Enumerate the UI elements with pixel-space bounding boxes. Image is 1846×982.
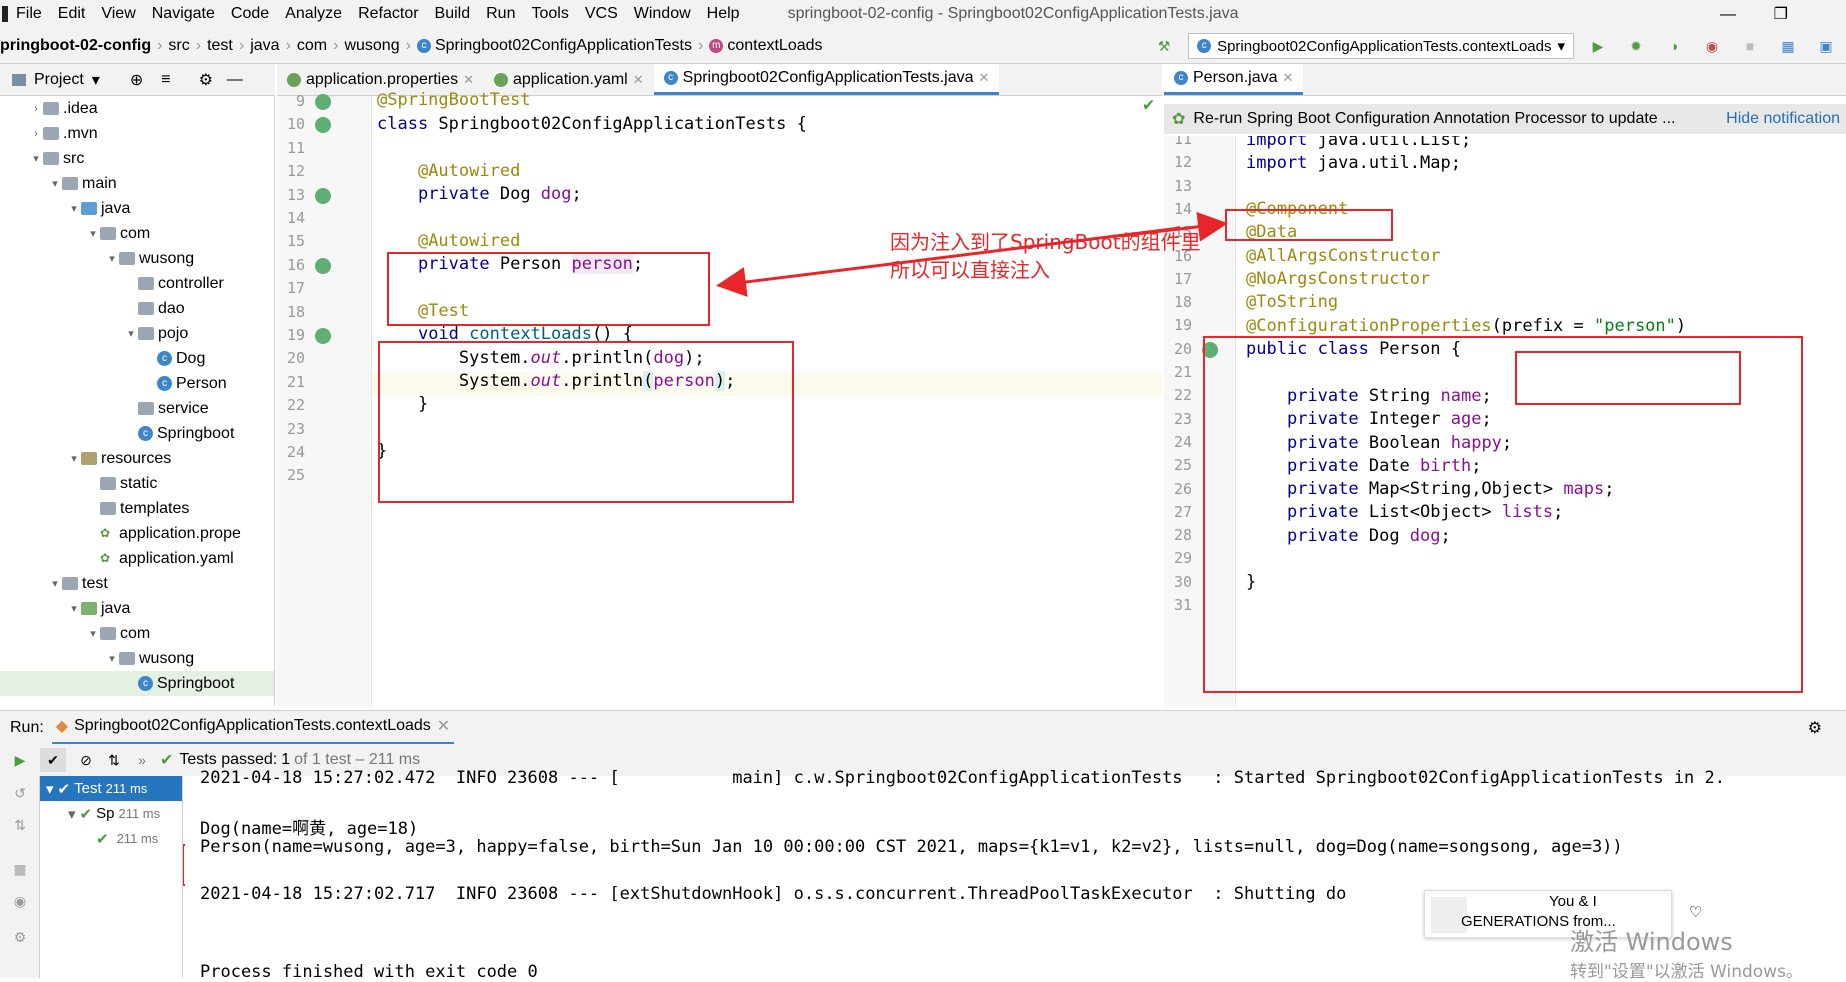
console-line: Dog(name=啊黄, age=18) xyxy=(200,819,419,839)
test-tree: ▾ ✔ Test 211 ms ▾ ✔ Sp 211 ms ✔ 211 ms xyxy=(40,776,183,978)
close-icon[interactable]: ✕ xyxy=(437,716,450,736)
watermark-title: 激活 Windows xyxy=(1570,928,1733,956)
tests-status-detail: of 1 test – 211 ms xyxy=(294,751,421,768)
console-line: Person(name=wusong, age=3, happy=false, … xyxy=(200,837,1623,857)
tests-status-label: Tests passed: xyxy=(179,751,278,768)
test-tree-root[interactable]: ▾ ✔ Test 211 ms xyxy=(40,776,182,801)
rerun-failed-icon[interactable]: ↺ xyxy=(12,786,28,802)
watermark-subtitle: 转到"设置"以激活 Windows。 xyxy=(1570,962,1803,982)
passed-icon: ✔ xyxy=(160,752,174,769)
test-name: Test xyxy=(74,780,102,797)
run-side-toolbar: ↺ ⇅ ■ ◉ ⚙ xyxy=(0,776,40,978)
test-name: Sp xyxy=(96,805,115,822)
activation-watermark: 激活 Windows 转到"设置"以激活 Windows。 xyxy=(1570,922,1803,982)
console-line: Process finished with exit code 0 xyxy=(200,962,538,982)
toggle-icon[interactable]: ⇅ xyxy=(12,818,28,834)
annotation-text: 因为注入到了SpringBoot的组件里 所以可以直接注入 xyxy=(890,228,1201,284)
show-ignored-icon[interactable]: ⊘ xyxy=(78,752,94,768)
test-time: 211 ms xyxy=(105,781,148,796)
chevron-down-icon: ▾ xyxy=(46,780,54,798)
run-panel-header: Run: ◆ Springboot02ConfigApplicationTests… xyxy=(0,710,1846,745)
sort-icon[interactable]: ⇅ xyxy=(106,752,122,768)
show-passed-icon[interactable]: ✔ xyxy=(40,748,66,772)
test-tree-class[interactable]: ▾ ✔ Sp 211 ms xyxy=(40,801,182,826)
settings-icon[interactable]: ⚙ xyxy=(12,930,28,946)
console-line: 2021-04-18 15:27:02.472 INFO 23608 --- [… xyxy=(200,768,1725,788)
annotation-line: 所以可以直接注入 xyxy=(890,258,1050,282)
chevron-down-icon: ▾ xyxy=(68,805,76,823)
gear-icon[interactable]: ⚙ xyxy=(1808,718,1822,738)
test-tree-method[interactable]: ✔ 211 ms xyxy=(40,826,182,851)
camera-icon[interactable]: ◉ xyxy=(12,894,28,910)
toast-title: You & I xyxy=(1549,893,1597,910)
annotation-line: 因为注入到了SpringBoot的组件里 xyxy=(890,230,1201,254)
run-tab[interactable]: ◆ Springboot02ConfigApplicationTests.cont… xyxy=(51,710,455,745)
passed-icon: ✔ xyxy=(57,780,71,798)
rerun-icon[interactable]: ▶ xyxy=(12,752,28,768)
passed-icon: ✔ xyxy=(79,805,93,823)
run-label: Run: xyxy=(10,718,44,736)
passed-icon: ✔ xyxy=(96,830,109,848)
tests-status-count: 1 xyxy=(281,751,291,768)
run-tab-label: Springboot02ConfigApplicationTests.conte… xyxy=(74,717,431,734)
more-icon[interactable]: » xyxy=(134,752,150,768)
stop-icon[interactable]: ■ xyxy=(12,862,28,878)
console-line: 2021-04-18 15:27:02.717 INFO 23608 --- [… xyxy=(200,884,1347,904)
test-time: 211 ms xyxy=(118,806,161,821)
test-run-icon: ◆ xyxy=(55,718,69,735)
test-time: 211 ms xyxy=(116,831,159,846)
heart-icon[interactable]: ♡ xyxy=(1689,903,1702,921)
